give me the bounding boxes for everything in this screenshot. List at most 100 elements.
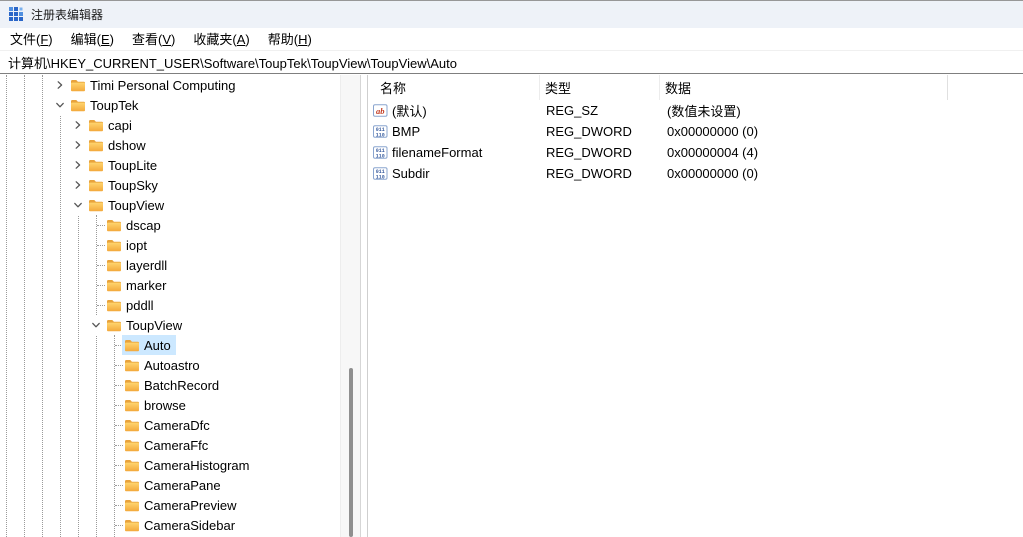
tree-items: Timi Personal ComputingToupTek capi dshow T… xyxy=(0,75,340,537)
column-header-type[interactable]: 类型 xyxy=(540,75,660,100)
tree-item-label: ToupView xyxy=(108,198,164,213)
regedit-window: 注册表编辑器 文件(F) 编辑(E) 查看(V) 收藏夹(A) 帮助(H) 计算… xyxy=(0,0,1023,537)
value-data: (数值未设置) xyxy=(660,101,948,120)
tree-item[interactable]: CameraPreview xyxy=(0,495,340,515)
tree-scrollbar-thumb[interactable] xyxy=(349,368,353,537)
folder-icon xyxy=(106,239,122,252)
tree-node: Auto xyxy=(122,335,176,355)
tree-item[interactable]: ToupTek xyxy=(0,95,340,115)
menu-edit[interactable]: 编辑(E) xyxy=(62,28,123,50)
tree-item[interactable]: dshow xyxy=(0,135,340,155)
tree-item[interactable]: CameraDfc xyxy=(0,415,340,435)
registry-tree-pane[interactable]: Timi Personal ComputingToupTek capi dshow T… xyxy=(0,75,340,537)
tree-item[interactable]: iopt xyxy=(0,235,340,255)
address-input[interactable]: 计算机\HKEY_CURRENT_USER\Software\ToupTek\T… xyxy=(8,53,457,72)
tree-item[interactable]: Autoastro xyxy=(0,355,340,375)
value-data: 0x00000000 (0) xyxy=(660,166,948,181)
folder-icon xyxy=(124,499,140,512)
title-bar: 注册表编辑器 xyxy=(0,0,1023,28)
folder-icon xyxy=(124,359,140,372)
tree-node: layerdll xyxy=(104,255,172,275)
column-header-name[interactable]: 名称 xyxy=(368,75,540,100)
tree-node: ToupLite xyxy=(86,155,162,175)
folder-icon xyxy=(88,199,104,212)
chevron-right-icon[interactable] xyxy=(71,155,85,175)
value-type: REG_SZ xyxy=(540,103,660,118)
folder-icon xyxy=(106,259,122,272)
tree-item[interactable]: CameraHistogram xyxy=(0,455,340,475)
value-name: filenameFormat xyxy=(392,145,482,160)
svg-text:110: 110 xyxy=(376,153,385,159)
tree-node: marker xyxy=(104,275,171,295)
tree-node: dshow xyxy=(86,135,151,155)
folder-icon xyxy=(106,299,122,312)
tree-item-label: iopt xyxy=(126,238,147,253)
value-name-cell: ab(默认) xyxy=(368,101,540,120)
tree-item-label: browse xyxy=(144,398,186,413)
chevron-right-icon[interactable] xyxy=(71,115,85,135)
tree-item-label: CameraPane xyxy=(144,478,221,493)
tree-node: CameraPane xyxy=(122,475,226,495)
reg-sz-icon: ab xyxy=(373,104,388,117)
tree-node: browse xyxy=(122,395,191,415)
registry-app-icon xyxy=(8,7,24,23)
folder-icon xyxy=(106,319,122,332)
table-row[interactable]: 011110filenameFormatREG_DWORD0x00000004 … xyxy=(368,142,1023,163)
address-bar: 计算机\HKEY_CURRENT_USER\Software\ToupTek\T… xyxy=(0,50,1023,74)
tree-item[interactable]: layerdll xyxy=(0,255,340,275)
tree-node: pddll xyxy=(104,295,158,315)
value-name: Subdir xyxy=(392,166,430,181)
tree-node: dscap xyxy=(104,215,166,235)
chevron-right-icon[interactable] xyxy=(71,135,85,155)
svg-text:110: 110 xyxy=(376,174,385,180)
tree-item[interactable]: Auto xyxy=(0,335,340,355)
chevron-down-icon[interactable] xyxy=(53,95,67,115)
tree-item[interactable]: BatchRecord xyxy=(0,375,340,395)
tree-item[interactable]: CameraPane xyxy=(0,475,340,495)
tree-item[interactable]: ToupLite xyxy=(0,155,340,175)
tree-item[interactable]: CameraSidebar xyxy=(0,515,340,535)
tree-item-label: capi xyxy=(108,118,132,133)
table-row[interactable]: 011110SubdirREG_DWORD0x00000000 (0) xyxy=(368,163,1023,184)
tree-item-label: CameraFfc xyxy=(144,438,208,453)
tree-item[interactable]: CameraFfc xyxy=(0,435,340,455)
chevron-right-icon[interactable] xyxy=(71,175,85,195)
value-name: BMP xyxy=(392,124,420,139)
chevron-right-icon[interactable] xyxy=(53,75,67,95)
tree-item[interactable]: dscap xyxy=(0,215,340,235)
column-header-data[interactable]: 数据 xyxy=(660,75,948,100)
menu-help[interactable]: 帮助(H) xyxy=(259,28,321,50)
tree-item-label: ToupLite xyxy=(108,158,157,173)
tree-item[interactable]: ToupView xyxy=(0,195,340,215)
svg-text:110: 110 xyxy=(376,132,385,138)
reg-dword-icon: 011110 xyxy=(373,167,388,180)
main-area: Timi Personal ComputingToupTek capi dshow T… xyxy=(0,75,1023,537)
chevron-down-icon[interactable] xyxy=(89,315,103,335)
chevron-down-icon[interactable] xyxy=(71,195,85,215)
tree-item[interactable]: pddll xyxy=(0,295,340,315)
tree-item[interactable]: Timi Personal Computing xyxy=(0,75,340,95)
tree-scrollbar[interactable] xyxy=(340,75,360,537)
pane-splitter[interactable] xyxy=(360,75,368,537)
tree-item-label: Autoastro xyxy=(144,358,200,373)
menu-favorites[interactable]: 收藏夹(A) xyxy=(184,28,258,50)
folder-icon xyxy=(106,219,122,232)
tree-item[interactable]: capi xyxy=(0,115,340,135)
tree-item[interactable]: browse xyxy=(0,395,340,415)
value-type: REG_DWORD xyxy=(540,145,660,160)
table-row[interactable]: ab(默认)REG_SZ(数值未设置) xyxy=(368,100,1023,121)
menu-view[interactable]: 查看(V) xyxy=(123,28,184,50)
tree-item[interactable]: ToupView xyxy=(0,315,340,335)
tree-node: ToupSky xyxy=(86,175,163,195)
folder-icon xyxy=(124,419,140,432)
folder-icon xyxy=(70,99,86,112)
tree-item[interactable]: ToupSky xyxy=(0,175,340,195)
menu-file[interactable]: 文件(F) xyxy=(1,28,62,50)
tree-item[interactable]: marker xyxy=(0,275,340,295)
tree-item-label: CameraSidebar xyxy=(144,518,235,533)
table-row[interactable]: 011110BMPREG_DWORD0x00000000 (0) xyxy=(368,121,1023,142)
reg-dword-icon: 011110 xyxy=(373,146,388,159)
tree-item-label: CameraPreview xyxy=(144,498,236,513)
window-title: 注册表编辑器 xyxy=(31,6,103,23)
value-data: 0x00000000 (0) xyxy=(660,124,948,139)
